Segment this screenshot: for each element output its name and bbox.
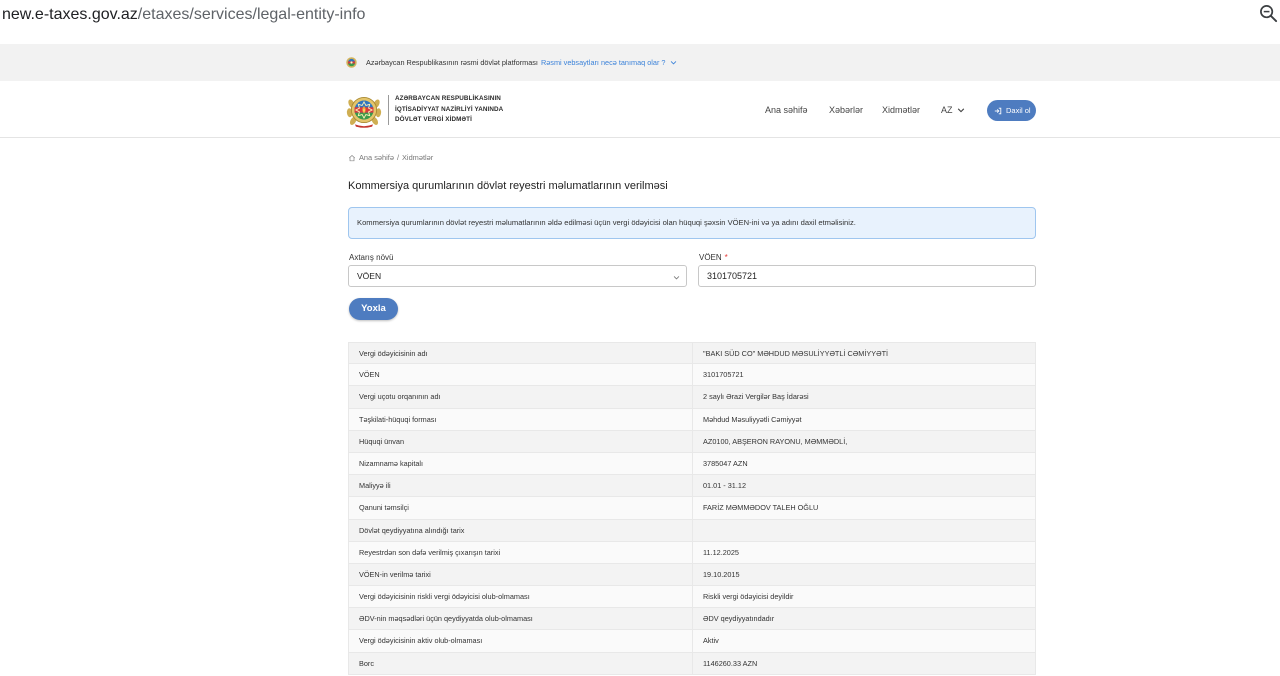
banner-content: Azərbaycan Respublikasının rəsmi dövlət … (346, 44, 677, 81)
row-label: VÖEN (348, 364, 693, 387)
row-label: Təşkilati-hüquqi forması (348, 408, 693, 431)
login-icon (994, 107, 1002, 114)
state-emblem-icon[interactable] (346, 91, 382, 129)
nav-news[interactable]: Xəbərlər (829, 105, 863, 115)
table-row: Dövlət qeydiyyatına alındığı tarix (348, 519, 1036, 542)
voen-label: VÖEN * (699, 253, 728, 263)
zoom-out-icon[interactable] (1259, 4, 1278, 23)
row-value: ƏDV qeydiyyatındadır (693, 608, 1036, 631)
row-label: Vergi ödəyicisinin aktiv olub-olmaması (348, 630, 693, 653)
chevron-down-icon (673, 276, 680, 280)
row-value: Riskli vergi ödəyicisi deyildir (693, 586, 1036, 609)
emblem-icon (346, 57, 357, 68)
table-row: ƏDV-nin məqsədləri üçün qeydiyyatda olub… (348, 608, 1036, 631)
table-row: Nizamnamə kapitalı 3785047 AZN (348, 452, 1036, 476)
language-switcher[interactable]: AZ (941, 105, 965, 115)
voen-input[interactable] (698, 265, 1036, 287)
breadcrumb-separator: / (396, 153, 399, 162)
breadcrumb: Ana səhifə / Xidmətlər (348, 153, 433, 162)
table-row: Vergi ödəyicisinin riskli vergi ödəyicis… (348, 586, 1036, 609)
row-label: Vergi uçotu orqanının adı (348, 386, 693, 409)
check-button[interactable]: Yoxla (349, 298, 398, 320)
required-mark: * (724, 253, 728, 262)
org-line-1: AZƏRBAYCAN RESPUBLİKASININ (395, 95, 501, 102)
home-icon[interactable] (348, 154, 356, 162)
url-host: new.e-taxes.gov.az (2, 6, 138, 23)
row-label: Nizamnamə kapitalı (348, 452, 693, 476)
language-label: AZ (941, 105, 953, 115)
login-label: Daxil ol (1006, 106, 1031, 115)
table-row: Maliyyə ili 01.01 - 31.12 (348, 475, 1036, 498)
row-value (693, 519, 1036, 542)
nav-services[interactable]: Xidmətlər (882, 105, 920, 115)
voen-label-text: VÖEN (699, 253, 722, 262)
banner-text: Azərbaycan Respublikasının rəsmi dövlət … (366, 58, 538, 67)
address-bar[interactable]: new.e-taxes.gov.az/etaxes/services/legal… (0, 0, 1280, 30)
row-value: 3785047 AZN (693, 452, 1036, 476)
table-row: Vergi uçotu orqanının adı 2 saylı Ərazi V… (348, 386, 1036, 409)
row-value: 3101705721 (693, 364, 1036, 387)
official-platform-banner: Azərbaycan Respublikasının rəsmi dövlət … (0, 44, 1280, 81)
row-label: Reyestrdən son dəfə verilmiş çıxarışın t… (348, 541, 693, 564)
breadcrumb-home[interactable]: Ana səhifə (359, 153, 394, 162)
row-value: 19.10.2015 (693, 563, 1036, 587)
row-value: 2 saylı Ərazi Vergilər Baş İdarəsi (693, 386, 1036, 409)
url-path: /etaxes/services/legal-entity-info (137, 6, 366, 23)
row-value: "BAKI SÜD CO" MƏHDUD MƏSULİYYƏTLİ CƏMİYY… (693, 342, 1036, 365)
org-line-3: DÖVLƏT VERGİ XİDMƏTİ (395, 116, 472, 123)
row-label: Qanuni təmsilçi (348, 497, 693, 520)
table-row: Vergi ödəyicisinin adı "BAKI SÜD CO" MƏHD… (348, 342, 1036, 365)
logo-divider (388, 95, 389, 125)
table-row: Hüquqi ünvan AZ0100, ABŞERON RAYONU, MƏMM… (348, 430, 1036, 453)
row-value: Aktiv (693, 630, 1036, 653)
row-label: Maliyyə ili (348, 475, 693, 498)
nav-home[interactable]: Ana səhifə (765, 105, 808, 115)
row-value: FARİZ MƏMMƏDOV TALEH OĞLU (693, 497, 1036, 520)
chevron-down-icon (957, 108, 964, 113)
row-label: Vergi ödəyicisinin adı (348, 342, 693, 365)
url-text[interactable]: new.e-taxes.gov.az/etaxes/services/legal… (2, 5, 365, 25)
login-button[interactable]: Daxil ol (987, 100, 1036, 121)
row-label: Vergi ödəyicisinin riskli vergi ödəyicis… (348, 586, 693, 609)
row-value: AZ0100, ABŞERON RAYONU, MƏMMƏDLİ, (693, 430, 1036, 453)
table-row: Reyestrdən son dəfə verilmiş çıxarışın t… (348, 541, 1036, 564)
header-divider (0, 137, 1280, 138)
row-value: 11.12.2025 (693, 541, 1036, 564)
table-row: VÖEN 3101705721 (348, 364, 1036, 387)
search-type-value: VÖEN (357, 271, 382, 281)
row-value: Məhdud Məsuliyyətli Cəmiyyət (693, 408, 1036, 431)
row-label: VÖEN-in verilmə tarixi (348, 563, 693, 587)
chevron-down-icon[interactable] (670, 59, 677, 66)
table-row: Borc 1146260.33 AZN (348, 652, 1036, 675)
search-type-label: Axtarış növü (349, 253, 394, 262)
info-alert: Kommersiya qurumlarının dövlət reyestri … (348, 207, 1036, 239)
page-title: Kommersiya qurumlarının dövlət reyestri … (348, 180, 668, 192)
organization-name[interactable]: AZƏRBAYCAN RESPUBLİKASININ İQTİSADİYYAT … (395, 94, 503, 126)
table-row: Təşkilati-hüquqi forması Məhdud Məsuliyyə… (348, 408, 1036, 431)
breadcrumb-services[interactable]: Xidmətlər (402, 153, 433, 162)
search-type-select[interactable]: VÖEN (348, 265, 687, 287)
official-sites-link[interactable]: Rəsmi vebsaytları necə tanımaq olar ? (541, 58, 666, 67)
row-label: ƏDV-nin məqsədləri üçün qeydiyyatda olub… (348, 608, 693, 631)
row-value: 01.01 - 31.12 (693, 475, 1036, 498)
row-label: Hüquqi ünvan (348, 430, 693, 453)
results-table: Vergi ödəyicisinin adı "BAKI SÜD CO" MƏHD… (348, 342, 1036, 675)
row-label: Borc (348, 652, 693, 675)
table-row: Vergi ödəyicisinin aktiv olub-olmaması Ak… (348, 630, 1036, 653)
row-value: 1146260.33 AZN (693, 652, 1036, 675)
row-label: Dövlət qeydiyyatına alındığı tarix (348, 519, 693, 542)
table-row: Qanuni təmsilçi FARİZ MƏMMƏDOV TALEH OĞLU (348, 497, 1036, 520)
org-line-2: İQTİSADİYYAT NAZİRLİYİ YANINDA (395, 105, 504, 113)
table-row: VÖEN-in verilmə tarixi 19.10.2015 (348, 563, 1036, 587)
